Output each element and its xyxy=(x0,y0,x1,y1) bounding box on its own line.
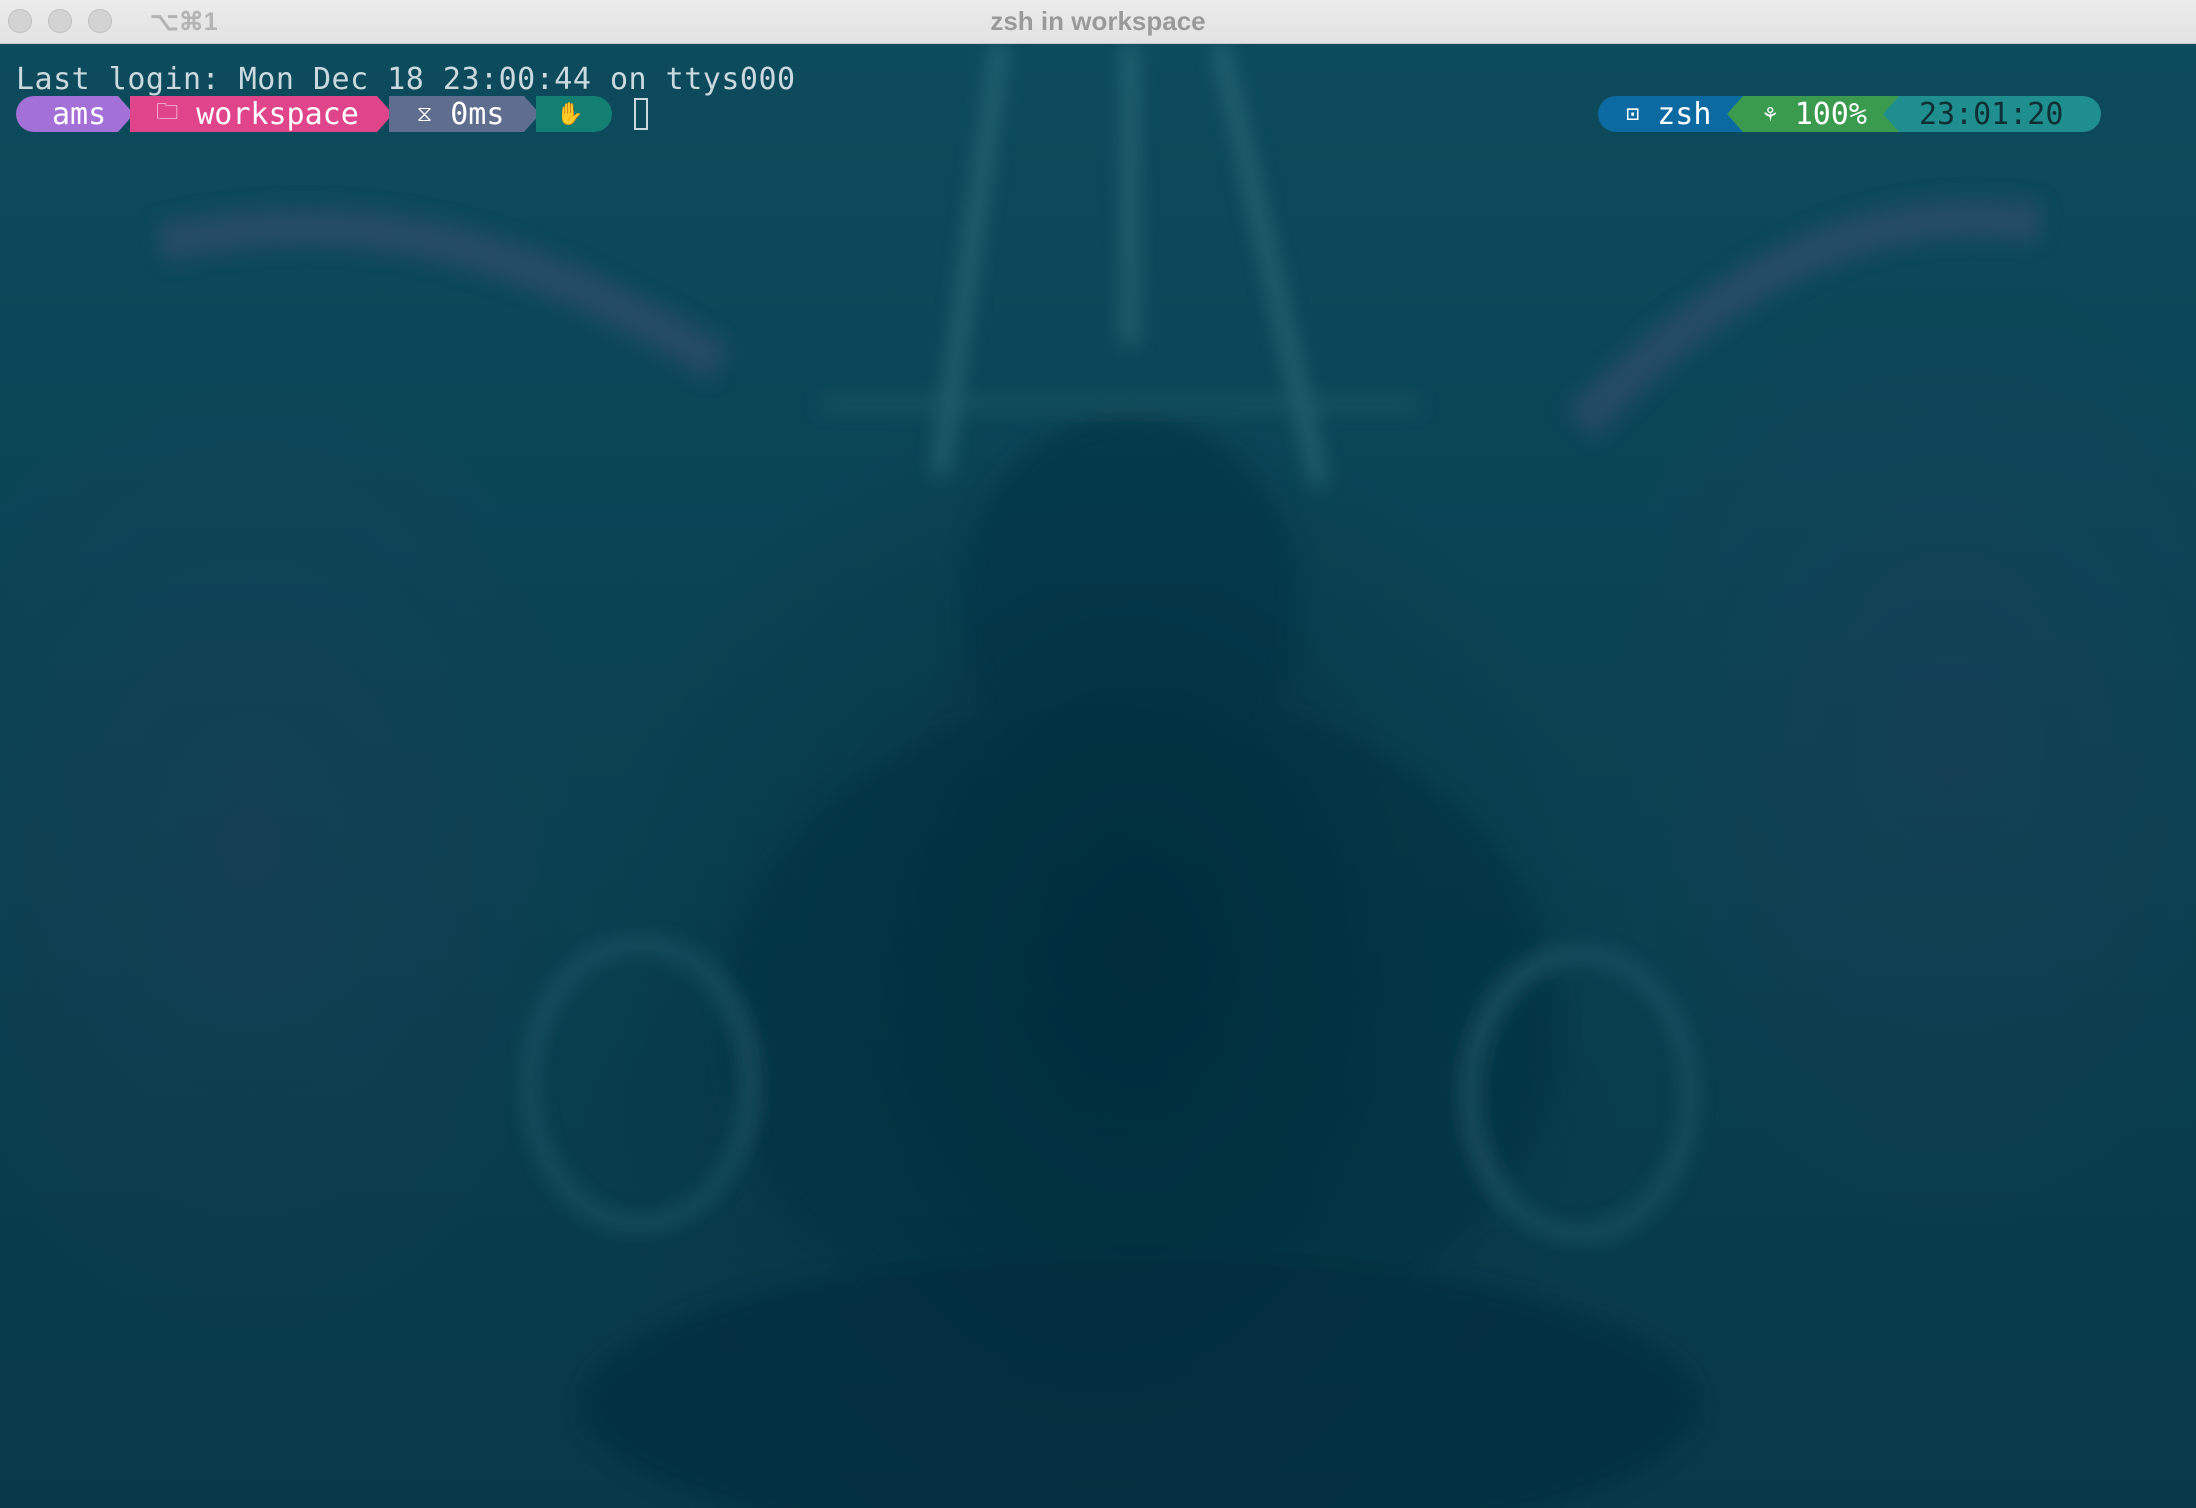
time-segment-arrow xyxy=(1882,96,1899,132)
battery-segment-arrow xyxy=(1727,96,1744,132)
user-segment: ams xyxy=(34,96,119,132)
sprout-icon: ⚘ xyxy=(1763,101,1777,127)
title-bar: ⌥⌘1 zsh in workspace xyxy=(0,0,2196,44)
duration-segment: ⧖ 0ms xyxy=(388,96,525,132)
shell-segment-cap xyxy=(1598,96,1616,132)
terminal-icon: ⊡ xyxy=(1626,101,1640,127)
directory-name: workspace xyxy=(196,96,359,132)
time-segment-cap xyxy=(2083,96,2102,132)
hand-icon: ✋ xyxy=(556,101,584,127)
battery-segment: ⚘ 100% xyxy=(1743,96,1883,132)
text-cursor[interactable] xyxy=(633,98,648,130)
timer-icon: ⧖ xyxy=(416,101,433,127)
terminal-body[interactable]: Last login: Mon Dec 18 23:00:44 on ttys0… xyxy=(0,44,2196,1508)
directory-segment: 🗀 workspace xyxy=(130,96,377,132)
current-time: 23:01:20 xyxy=(1918,96,2064,132)
last-login-line: Last login: Mon Dec 18 23:00:44 on ttys0… xyxy=(16,62,796,97)
user-name: ams xyxy=(52,96,107,132)
shell-segment: ⊡ zsh xyxy=(1616,96,1728,132)
status-segment-cap xyxy=(593,96,612,132)
background-image xyxy=(155,44,2043,1508)
window-title: zsh in workspace xyxy=(990,6,1206,36)
prompt-right: ⊡ zsh ⚘ 100% 23:01:20 xyxy=(1598,96,2102,132)
user-segment-cap xyxy=(16,96,34,132)
battery-level: 100% xyxy=(1794,96,1867,132)
time-segment: 23:01:20 xyxy=(1898,96,2084,132)
terminal-window: ⌥⌘1 zsh in workspace Last login: Mon Dec… xyxy=(0,0,2196,1508)
status-segment: ✋ xyxy=(536,96,594,132)
command-duration: 0ms xyxy=(450,96,505,132)
folder-icon: 🗀 xyxy=(156,100,179,125)
prompt-left: ams 🗀 workspace ⧖ 0ms ✋ xyxy=(16,96,648,132)
shell-name: zsh xyxy=(1657,96,1712,132)
